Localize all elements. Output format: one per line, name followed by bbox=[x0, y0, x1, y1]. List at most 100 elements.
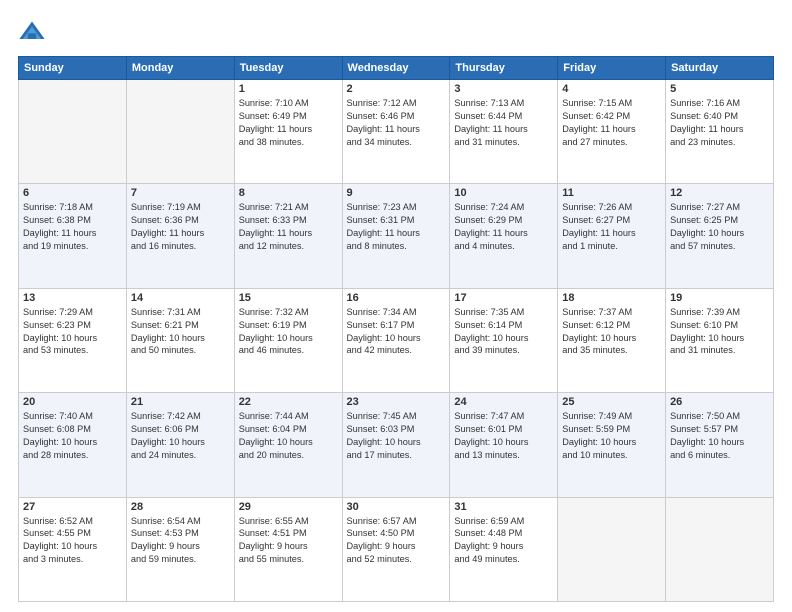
page: SundayMondayTuesdayWednesdayThursdayFrid… bbox=[0, 0, 792, 612]
day-info: Sunrise: 7:27 AMSunset: 6:25 PMDaylight:… bbox=[670, 201, 769, 253]
calendar-day-cell: 5 Sunrise: 7:16 AMSunset: 6:40 PMDaylight… bbox=[666, 80, 774, 184]
calendar-day-cell: 26Sunrise: 7:50 AMSunset: 5:57 PMDayligh… bbox=[666, 393, 774, 497]
day-number: 17 bbox=[454, 292, 553, 304]
calendar-day-cell: 24 Sunrise: 7:47 AMSunset: 6:01 PMDayligh… bbox=[450, 393, 558, 497]
calendar-day-cell bbox=[126, 80, 234, 184]
day-info: Sunrise: 7:37 AMSunset: 6:12 PMDaylight:… bbox=[562, 306, 661, 358]
weekday-header: Thursday bbox=[450, 57, 558, 80]
calendar-day-cell: 27 Sunrise: 6:52 AMSunset: 4:55 PMDayligh… bbox=[19, 497, 127, 601]
weekday-header: Wednesday bbox=[342, 57, 450, 80]
day-info: Sunrise: 6:59 AMSunset: 4:48 PMDaylight:… bbox=[454, 515, 553, 567]
calendar-day-cell: 13 Sunrise: 7:29 AMSunset: 6:23 PMDayligh… bbox=[19, 288, 127, 392]
calendar-day-cell: 18 Sunrise: 7:37 AMSunset: 6:12 PMDayligh… bbox=[558, 288, 666, 392]
calendar-day-cell: 3 Sunrise: 7:13 AMSunset: 6:44 PMDaylight… bbox=[450, 80, 558, 184]
day-number: 4 bbox=[562, 83, 661, 95]
weekday-header: Friday bbox=[558, 57, 666, 80]
day-info: Sunrise: 7:44 AMSunset: 6:04 PMDaylight:… bbox=[239, 410, 338, 462]
day-info: Sunrise: 6:55 AMSunset: 4:51 PMDaylight:… bbox=[239, 515, 338, 567]
calendar-week-row: 20Sunrise: 7:40 AMSunset: 6:08 PMDayligh… bbox=[19, 393, 774, 497]
calendar-header-row: SundayMondayTuesdayWednesdayThursdayFrid… bbox=[19, 57, 774, 80]
calendar-day-cell: 19 Sunrise: 7:39 AMSunset: 6:10 PMDayligh… bbox=[666, 288, 774, 392]
day-number: 28 bbox=[131, 501, 230, 513]
day-number: 27 bbox=[23, 501, 122, 513]
weekday-header: Monday bbox=[126, 57, 234, 80]
calendar-day-cell: 4 Sunrise: 7:15 AMSunset: 6:42 PMDaylight… bbox=[558, 80, 666, 184]
calendar-day-cell: 1Sunrise: 7:10 AMSunset: 6:49 PMDaylight… bbox=[234, 80, 342, 184]
day-info: Sunrise: 6:57 AMSunset: 4:50 PMDaylight:… bbox=[347, 515, 446, 567]
day-number: 14 bbox=[131, 292, 230, 304]
logo-icon bbox=[18, 18, 46, 46]
day-number: 3 bbox=[454, 83, 553, 95]
day-info: Sunrise: 7:15 AMSunset: 6:42 PMDaylight:… bbox=[562, 97, 661, 149]
header bbox=[18, 18, 774, 46]
day-info: Sunrise: 7:45 AMSunset: 6:03 PMDaylight:… bbox=[347, 410, 446, 462]
day-number: 2 bbox=[347, 83, 446, 95]
day-info: Sunrise: 7:24 AMSunset: 6:29 PMDaylight:… bbox=[454, 201, 553, 253]
calendar-day-cell: 30Sunrise: 6:57 AMSunset: 4:50 PMDayligh… bbox=[342, 497, 450, 601]
day-info: Sunrise: 7:19 AMSunset: 6:36 PMDaylight:… bbox=[131, 201, 230, 253]
calendar-day-cell: 29 Sunrise: 6:55 AMSunset: 4:51 PMDayligh… bbox=[234, 497, 342, 601]
day-number: 21 bbox=[131, 396, 230, 408]
calendar-day-cell: 16Sunrise: 7:34 AMSunset: 6:17 PMDayligh… bbox=[342, 288, 450, 392]
day-info: Sunrise: 7:23 AMSunset: 6:31 PMDaylight:… bbox=[347, 201, 446, 253]
day-info: Sunrise: 7:49 AMSunset: 5:59 PMDaylight:… bbox=[562, 410, 661, 462]
day-number: 18 bbox=[562, 292, 661, 304]
calendar-day-cell: 7 Sunrise: 7:19 AMSunset: 6:36 PMDaylight… bbox=[126, 184, 234, 288]
day-info: Sunrise: 7:50 AMSunset: 5:57 PMDaylight:… bbox=[670, 410, 769, 462]
day-info: Sunrise: 7:39 AMSunset: 6:10 PMDaylight:… bbox=[670, 306, 769, 358]
day-number: 10 bbox=[454, 187, 553, 199]
calendar-day-cell: 23Sunrise: 7:45 AMSunset: 6:03 PMDayligh… bbox=[342, 393, 450, 497]
day-number: 13 bbox=[23, 292, 122, 304]
day-number: 11 bbox=[562, 187, 661, 199]
calendar-day-cell bbox=[19, 80, 127, 184]
calendar-day-cell: 28 Sunrise: 6:54 AMSunset: 4:53 PMDayligh… bbox=[126, 497, 234, 601]
calendar-week-row: 1Sunrise: 7:10 AMSunset: 6:49 PMDaylight… bbox=[19, 80, 774, 184]
calendar-day-cell: 31Sunrise: 6:59 AMSunset: 4:48 PMDayligh… bbox=[450, 497, 558, 601]
weekday-header: Sunday bbox=[19, 57, 127, 80]
day-number: 20 bbox=[23, 396, 122, 408]
calendar-table: SundayMondayTuesdayWednesdayThursdayFrid… bbox=[18, 56, 774, 602]
day-number: 8 bbox=[239, 187, 338, 199]
calendar-day-cell: 21 Sunrise: 7:42 AMSunset: 6:06 PMDayligh… bbox=[126, 393, 234, 497]
day-number: 12 bbox=[670, 187, 769, 199]
calendar-day-cell: 10 Sunrise: 7:24 AMSunset: 6:29 PMDayligh… bbox=[450, 184, 558, 288]
day-info: Sunrise: 7:32 AMSunset: 6:19 PMDaylight:… bbox=[239, 306, 338, 358]
calendar-day-cell: 2 Sunrise: 7:12 AMSunset: 6:46 PMDaylight… bbox=[342, 80, 450, 184]
weekday-header: Tuesday bbox=[234, 57, 342, 80]
day-info: Sunrise: 7:16 AMSunset: 6:40 PMDaylight:… bbox=[670, 97, 769, 149]
day-number: 29 bbox=[239, 501, 338, 513]
calendar-day-cell: 14Sunrise: 7:31 AMSunset: 6:21 PMDayligh… bbox=[126, 288, 234, 392]
day-info: Sunrise: 7:35 AMSunset: 6:14 PMDaylight:… bbox=[454, 306, 553, 358]
day-info: Sunrise: 7:21 AMSunset: 6:33 PMDaylight:… bbox=[239, 201, 338, 253]
day-info: Sunrise: 7:26 AMSunset: 6:27 PMDaylight:… bbox=[562, 201, 661, 253]
day-number: 5 bbox=[670, 83, 769, 95]
calendar-day-cell: 12 Sunrise: 7:27 AMSunset: 6:25 PMDayligh… bbox=[666, 184, 774, 288]
calendar-day-cell bbox=[666, 497, 774, 601]
calendar-day-cell: 22 Sunrise: 7:44 AMSunset: 6:04 PMDayligh… bbox=[234, 393, 342, 497]
calendar-day-cell: 11 Sunrise: 7:26 AMSunset: 6:27 PMDayligh… bbox=[558, 184, 666, 288]
calendar-day-cell: 20Sunrise: 7:40 AMSunset: 6:08 PMDayligh… bbox=[19, 393, 127, 497]
day-number: 22 bbox=[239, 396, 338, 408]
day-info: Sunrise: 7:13 AMSunset: 6:44 PMDaylight:… bbox=[454, 97, 553, 149]
day-number: 7 bbox=[131, 187, 230, 199]
calendar-day-cell: 8 Sunrise: 7:21 AMSunset: 6:33 PMDaylight… bbox=[234, 184, 342, 288]
day-info: Sunrise: 7:47 AMSunset: 6:01 PMDaylight:… bbox=[454, 410, 553, 462]
calendar-day-cell: 9Sunrise: 7:23 AMSunset: 6:31 PMDaylight… bbox=[342, 184, 450, 288]
calendar-day-cell: 15 Sunrise: 7:32 AMSunset: 6:19 PMDayligh… bbox=[234, 288, 342, 392]
calendar-week-row: 13 Sunrise: 7:29 AMSunset: 6:23 PMDayligh… bbox=[19, 288, 774, 392]
day-number: 19 bbox=[670, 292, 769, 304]
day-info: Sunrise: 6:52 AMSunset: 4:55 PMDaylight:… bbox=[23, 515, 122, 567]
day-number: 24 bbox=[454, 396, 553, 408]
day-number: 15 bbox=[239, 292, 338, 304]
day-info: Sunrise: 6:54 AMSunset: 4:53 PMDaylight:… bbox=[131, 515, 230, 567]
calendar-week-row: 27 Sunrise: 6:52 AMSunset: 4:55 PMDayligh… bbox=[19, 497, 774, 601]
day-info: Sunrise: 7:18 AMSunset: 6:38 PMDaylight:… bbox=[23, 201, 122, 253]
calendar-week-row: 6 Sunrise: 7:18 AMSunset: 6:38 PMDaylight… bbox=[19, 184, 774, 288]
day-info: Sunrise: 7:10 AMSunset: 6:49 PMDaylight:… bbox=[239, 97, 338, 149]
day-info: Sunrise: 7:12 AMSunset: 6:46 PMDaylight:… bbox=[347, 97, 446, 149]
day-info: Sunrise: 7:42 AMSunset: 6:06 PMDaylight:… bbox=[131, 410, 230, 462]
logo bbox=[18, 18, 48, 46]
day-number: 6 bbox=[23, 187, 122, 199]
calendar-day-cell bbox=[558, 497, 666, 601]
day-info: Sunrise: 7:29 AMSunset: 6:23 PMDaylight:… bbox=[23, 306, 122, 358]
